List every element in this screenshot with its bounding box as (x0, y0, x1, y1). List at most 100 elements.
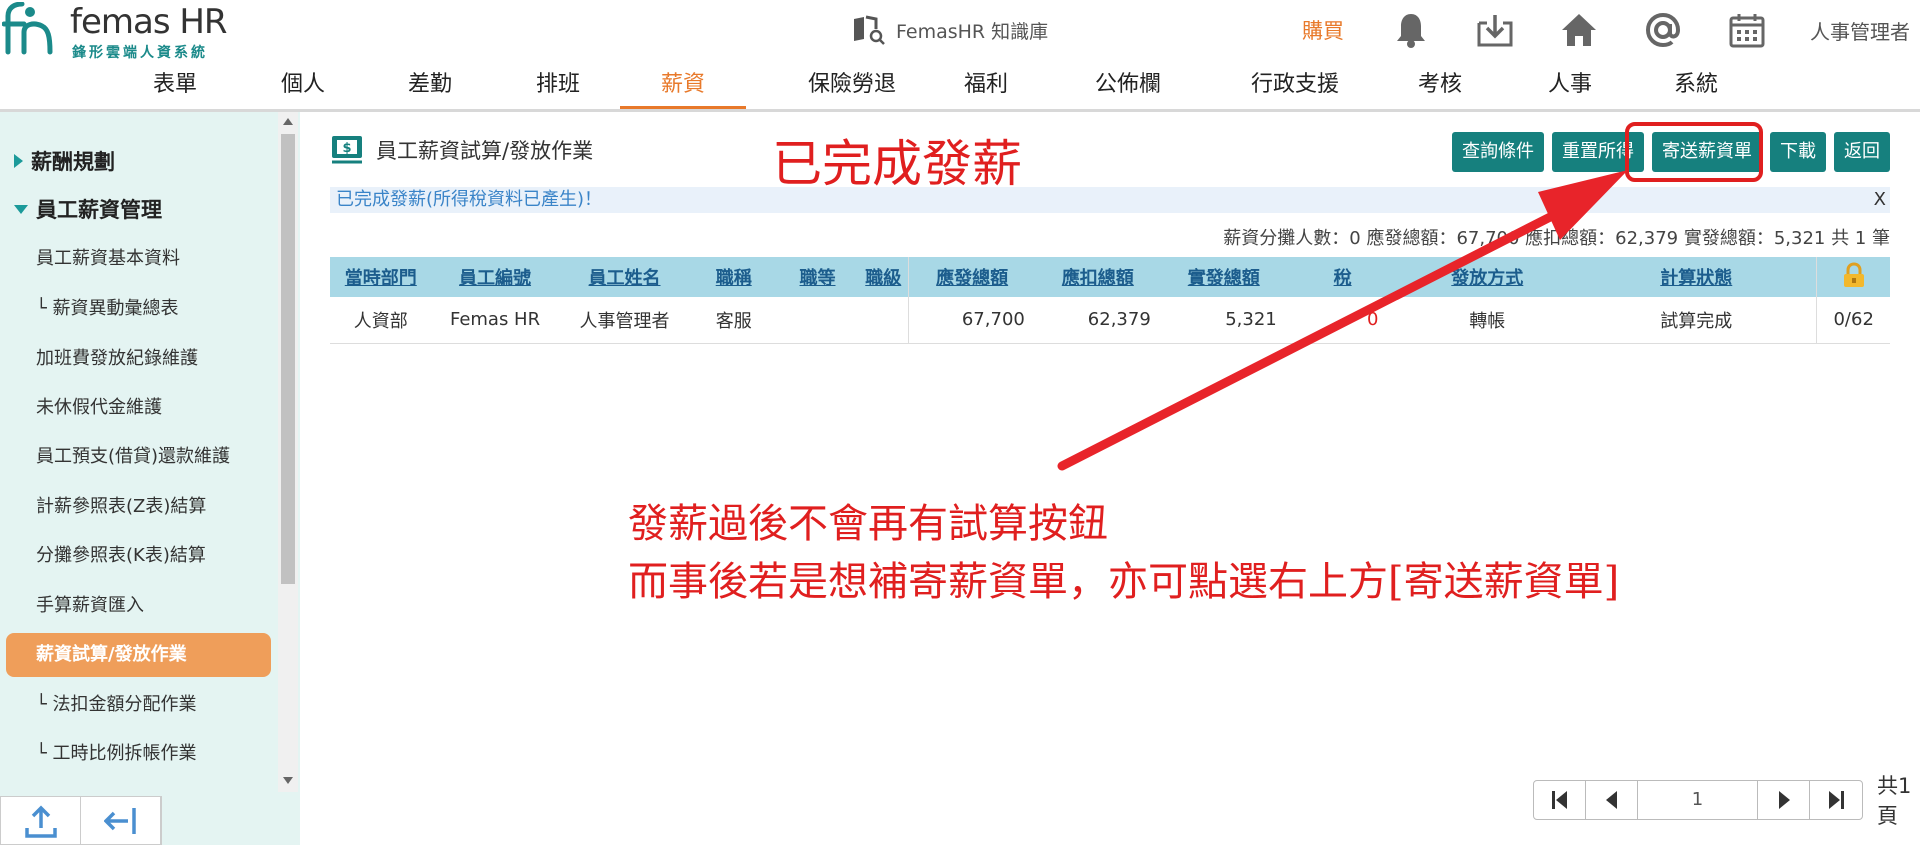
sidebar-item-manual-import[interactable]: 手算薪資匯入 (6, 584, 271, 628)
alert-close-button[interactable]: X (1874, 187, 1886, 213)
download-button[interactable] (1470, 8, 1520, 52)
nav-welfare[interactable]: 福利 (956, 64, 1016, 109)
cell-payment-method: 轉帳 (1398, 297, 1577, 344)
page-header: $ 員工薪資試算/發放作業 (330, 134, 593, 166)
collapse-sidebar-button[interactable] (81, 797, 161, 844)
scroll-up-arrow-icon[interactable] (283, 118, 293, 125)
query-conditions-button[interactable]: 查詢條件 (1452, 132, 1544, 172)
sidebar-menu: 薪酬規劃 員工薪資管理 員工薪資基本資料 └ 薪資異動彙總表 加班費發放紀錄維護… (0, 112, 278, 792)
svg-text:$: $ (342, 141, 351, 156)
column-header[interactable]: 應發總額 (908, 257, 1035, 297)
lock-column-header[interactable] (1816, 257, 1890, 297)
payroll-table: 當時部門 員工編號 員工姓名 職稱 職等 職級 應發總額 應扣總額 實發總額 稅… (330, 257, 1890, 344)
home-button[interactable] (1554, 8, 1604, 52)
first-page-icon (1551, 791, 1567, 809)
annotation-line: 發薪過後不會再有試算按鈕 (628, 501, 1108, 547)
sidebar-scrollbar[interactable] (278, 112, 298, 792)
nav-scheduling[interactable]: 排班 (528, 64, 588, 109)
cell-title: 客服 (690, 297, 777, 344)
pagination: 1 共1頁 (1533, 774, 1920, 828)
nav-payroll[interactable]: 薪資 (620, 64, 746, 109)
sidebar-item-payroll-trial[interactable]: 薪資試算/發放作業 (6, 633, 271, 677)
next-page-button[interactable] (1758, 781, 1810, 819)
cell-employee-name: 人事管理者 (558, 297, 691, 344)
bell-icon (1397, 14, 1425, 48)
scroll-top-button[interactable] (1, 797, 81, 844)
sidebar: 薪酬規劃 員工薪資管理 員工薪資基本資料 └ 薪資異動彙總表 加班費發放紀錄維護… (0, 112, 300, 845)
nav-insurance[interactable]: 保險勞退 (782, 64, 922, 109)
arrow-left-bar-icon (103, 807, 136, 834)
sidebar-item-k-table[interactable]: 分攤參照表(K表)結算 (6, 534, 271, 578)
home-icon (1562, 14, 1596, 46)
sidebar-group-label: 員工薪資管理 (36, 198, 162, 222)
logo[interactable]: femas HR 鋒形雲端人資系統 (0, 2, 230, 61)
sidebar-item-hours-split[interactable]: └ 工時比例拆帳作業 (6, 732, 271, 776)
table-row[interactable]: 人資部 Femas HR 人事管理者 客服 67,700 62,379 5,32… (330, 297, 1890, 344)
column-header[interactable]: 稅 (1286, 257, 1399, 297)
page-number-input[interactable]: 1 (1638, 781, 1758, 819)
nav-system[interactable]: 系統 (1666, 64, 1726, 109)
annotation-title: 已完成發薪 (772, 135, 1022, 193)
top-header: femas HR 鋒形雲端人資系統 FemasHR 知識庫 購買 人事管理者 表… (0, 0, 1920, 112)
next-page-icon (1778, 791, 1790, 809)
nav-personal[interactable]: 個人 (273, 64, 333, 109)
alert-message: 已完成發薪(所得稅資料已產生)！ (336, 189, 603, 210)
buy-link[interactable]: 購買 (1302, 15, 1344, 45)
column-header[interactable]: 實發總額 (1160, 257, 1287, 297)
scroll-down-arrow-icon[interactable] (283, 777, 293, 784)
column-header[interactable]: 職等 (776, 257, 859, 297)
calendar-button[interactable] (1722, 8, 1772, 52)
last-page-button[interactable] (1810, 781, 1862, 819)
knowledge-base-label: FemasHR 知識庫 (896, 20, 1049, 43)
sidebar-item-z-table[interactable]: 計薪參照表(Z表)結算 (6, 485, 271, 529)
collapse-arrow-icon (14, 204, 28, 214)
email-button[interactable] (1638, 8, 1688, 52)
first-page-button[interactable] (1534, 781, 1586, 819)
sidebar-group-salary-management[interactable]: 員工薪資管理 (14, 194, 162, 224)
send-payslip-highlight (1625, 122, 1763, 182)
sidebar-item-unused-leave-pay[interactable]: 未休假代金維護 (6, 386, 271, 430)
cell-tax[interactable]: 0 (1286, 297, 1399, 344)
notification-button[interactable] (1386, 8, 1436, 52)
column-header[interactable]: 職稱 (690, 257, 777, 297)
expand-arrow-icon (14, 154, 23, 168)
annotation-note: 發薪過後不會再有試算按鈕 而事後若是想補寄薪資單，亦可點選右上方[寄送薪資單] (628, 495, 1619, 611)
nav-admin-support[interactable]: 行政支援 (1240, 64, 1350, 109)
sidebar-item-garnishment[interactable]: └ 法扣金額分配作業 (6, 683, 271, 727)
total-pages: 共1頁 (1877, 774, 1912, 828)
column-header[interactable]: 職級 (858, 257, 909, 297)
column-header[interactable]: 當時部門 (330, 257, 432, 297)
sidebar-item-salary-change-summary[interactable]: └ 薪資異動彙總表 (6, 287, 271, 331)
main-content: $ 員工薪資試算/發放作業 查詢條件 重置所得 寄送薪資單 下載 返回 已完成發… (300, 112, 1920, 845)
sidebar-item-salary-basic[interactable]: 員工薪資基本資料 (6, 237, 271, 281)
column-header[interactable]: 計算狀態 (1576, 257, 1817, 297)
column-header[interactable]: 應扣總額 (1034, 257, 1161, 297)
scroll-thumb[interactable] (281, 134, 295, 584)
cell-lock-count: 0/62 (1816, 297, 1890, 344)
column-header[interactable]: 發放方式 (1398, 257, 1577, 297)
nav-evaluation[interactable]: 考核 (1410, 64, 1470, 109)
nav-bulletin[interactable]: 公佈欄 (1088, 64, 1168, 109)
back-button[interactable]: 返回 (1834, 132, 1890, 172)
column-header[interactable]: 員工編號 (431, 257, 559, 297)
download-file-button[interactable]: 下載 (1770, 132, 1826, 172)
calendar-icon (1729, 14, 1765, 48)
logo-subtitle: 鋒形雲端人資系統 (72, 45, 208, 61)
nav-forms[interactable]: 表單 (145, 64, 205, 109)
book-search-icon (854, 15, 885, 45)
logo-title: femas HR (70, 2, 228, 42)
nav-attendance[interactable]: 差勤 (400, 64, 460, 109)
knowledge-base-link[interactable]: FemasHR 知識庫 (852, 12, 1048, 48)
nav-hr[interactable]: 人事 (1540, 64, 1600, 109)
column-header[interactable]: 員工姓名 (558, 257, 691, 297)
page-title: 員工薪資試算/發放作業 (376, 139, 594, 163)
cell-net-total: 5,321 (1160, 297, 1287, 344)
sidebar-item-advance-repayment[interactable]: 員工預支(借貸)還款維護 (6, 435, 271, 479)
sidebar-group-label: 薪酬規劃 (31, 150, 115, 174)
cell-grade (776, 297, 859, 344)
sidebar-item-overtime-records[interactable]: 加班費發放紀錄維護 (6, 337, 271, 381)
annotation-line: 而事後若是想補寄薪資單，亦可點選右上方[寄送薪資單] (628, 559, 1620, 605)
prev-page-button[interactable] (1586, 781, 1638, 819)
sidebar-group-compensation[interactable]: 薪酬規劃 (14, 146, 115, 176)
user-name[interactable]: 人事管理者 (1810, 16, 1910, 45)
